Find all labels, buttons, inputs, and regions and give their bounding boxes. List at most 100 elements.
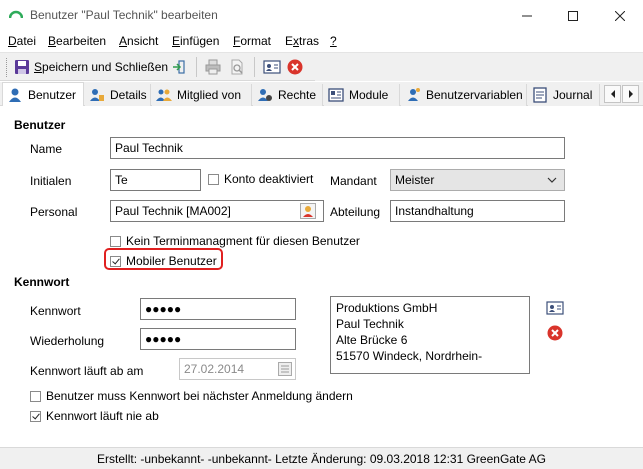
tab-rechte[interactable]: Rechte bbox=[253, 84, 323, 106]
menu-label-prefix: E bbox=[285, 34, 294, 48]
personal-input[interactable]: Paul Technik [MA002] bbox=[110, 200, 324, 222]
menu-einfuegen[interactable]: Einfügen bbox=[172, 34, 219, 48]
contact-card-icon bbox=[263, 60, 281, 74]
group-icon bbox=[156, 87, 172, 103]
checkbox-box bbox=[110, 235, 121, 247]
checkbox-label: Kein Terminmanagment für diesen Benutzer bbox=[126, 234, 360, 248]
tab-label: Journal bbox=[553, 88, 593, 102]
exit-door-icon bbox=[173, 60, 185, 74]
date-picker-button[interactable] bbox=[275, 359, 295, 379]
mandant-selected-value: Meister bbox=[395, 173, 435, 187]
menu-bar: Datei Bearbeiten Ansicht Einfügen Format… bbox=[0, 31, 643, 51]
menu-mnemonic: E bbox=[172, 34, 181, 48]
name-input[interactable]: Paul Technik bbox=[110, 137, 565, 159]
konto-deaktiviert-checkbox[interactable]: Konto deaktiviert bbox=[208, 172, 313, 186]
wiederholung-label: Wiederholung bbox=[30, 334, 105, 348]
save-close-mnemonic: S bbox=[34, 60, 43, 74]
printer-icon bbox=[205, 59, 221, 75]
menu-mnemonic: B bbox=[48, 34, 57, 48]
menu-bearbeiten[interactable]: Bearbeiten bbox=[48, 34, 106, 48]
toolbar-separator bbox=[196, 57, 197, 77]
menu-help[interactable]: ? bbox=[330, 34, 337, 48]
kennwort-aendern-checkbox[interactable]: Benutzer muss Kennwort bei nächster Anme… bbox=[30, 389, 353, 403]
ablauf-date-value: 27.02.2014 bbox=[184, 362, 245, 376]
menu-label: ormat bbox=[240, 34, 272, 48]
abteilung-input[interactable]: Instandhaltung bbox=[390, 200, 565, 222]
menu-mnemonic: D bbox=[8, 34, 17, 48]
menu-datei[interactable]: Datei bbox=[8, 34, 36, 48]
tab-module[interactable]: Module bbox=[324, 84, 400, 106]
tab-label: Benutzer bbox=[28, 87, 77, 102]
tab-scroll-right-button[interactable] bbox=[622, 85, 639, 103]
contact-card-button[interactable] bbox=[263, 56, 281, 78]
arrow-right-icon bbox=[628, 90, 633, 98]
address-line: 51570 Windeck, Nordrhein- bbox=[336, 349, 483, 363]
wiederholung-input[interactable]: ●●●●● bbox=[140, 328, 296, 350]
close-window-button[interactable] bbox=[597, 0, 643, 31]
tab-strip: Benutzer Details Mitglied von Rechte Mod… bbox=[0, 82, 643, 106]
close-icon bbox=[615, 10, 625, 21]
print-preview-icon bbox=[231, 59, 243, 75]
kennwort-label: Kennwort bbox=[30, 304, 81, 318]
menu-label: nsicht bbox=[127, 34, 159, 48]
toolbar-grip[interactable] bbox=[6, 58, 9, 77]
toolbar-empty-area bbox=[315, 53, 643, 81]
kennwort-input[interactable]: ●●●●● bbox=[140, 298, 296, 320]
checkbox-label: Konto deaktiviert bbox=[224, 172, 314, 186]
abteilung-label: Abteilung bbox=[330, 205, 381, 219]
menu-mnemonic: A bbox=[119, 34, 128, 48]
menu-format[interactable]: Format bbox=[233, 34, 271, 48]
person-lookup-icon bbox=[300, 203, 316, 219]
save-and-close-button[interactable]: Speichern und Schließen bbox=[14, 56, 168, 78]
tab-details[interactable]: Details bbox=[85, 84, 151, 106]
initialen-input[interactable]: Te bbox=[110, 169, 201, 191]
save-icon bbox=[15, 60, 29, 74]
maximize-button[interactable] bbox=[550, 0, 596, 31]
rights-icon bbox=[257, 87, 273, 103]
tab-journal[interactable]: Journal bbox=[528, 84, 600, 106]
chevron-down-icon bbox=[547, 177, 557, 183]
tab-scroll-left-button[interactable] bbox=[604, 85, 621, 103]
arrow-left-icon bbox=[610, 90, 615, 98]
print-button[interactable] bbox=[205, 56, 221, 78]
mandant-select[interactable]: Meister bbox=[390, 169, 565, 191]
tab-mitglied-von[interactable]: Mitglied von bbox=[152, 84, 252, 106]
personal-lookup-button[interactable] bbox=[298, 201, 318, 221]
tab-benutzervariablen[interactable]: Benutzervariablen bbox=[401, 84, 527, 106]
menu-extras[interactable]: Extras bbox=[285, 34, 319, 48]
exit-button[interactable] bbox=[171, 56, 187, 78]
print-preview-button[interactable] bbox=[229, 56, 245, 78]
address-line: Produktions GmbH bbox=[336, 301, 438, 315]
toolbar-separator bbox=[254, 57, 255, 77]
address-card-button[interactable] bbox=[545, 298, 565, 318]
menu-label: earbeiten bbox=[56, 34, 107, 48]
name-label: Name bbox=[30, 142, 63, 156]
kennwort-ablauf-label: Kennwort läuft ab am bbox=[30, 364, 144, 378]
toolbar: Speichern und Schließen bbox=[0, 52, 643, 81]
user-details-icon bbox=[89, 87, 105, 103]
maximize-icon bbox=[568, 10, 578, 21]
personal-label: Personal bbox=[30, 205, 78, 219]
menu-ansicht[interactable]: Ansicht bbox=[119, 34, 158, 48]
tab-benutzer[interactable]: Benutzer bbox=[2, 82, 84, 106]
address-delete-button[interactable] bbox=[545, 323, 565, 343]
kein-terminmanagement-checkbox[interactable]: Kein Terminmanagment für diesen Benutzer bbox=[110, 234, 360, 248]
journal-icon bbox=[532, 87, 548, 103]
menu-label: tras bbox=[299, 34, 320, 48]
delete-icon bbox=[547, 325, 563, 341]
personal-value: Paul Technik [MA002] bbox=[115, 204, 231, 218]
benutzer-panel: Benutzer Name Paul Technik Initialen Te … bbox=[0, 106, 643, 447]
variables-icon bbox=[405, 87, 421, 103]
address-box: Produktions GmbH Paul Technik Alte Brück… bbox=[330, 296, 530, 374]
section-kennwort-title: Kennwort bbox=[14, 275, 70, 289]
minimize-button[interactable] bbox=[504, 0, 550, 31]
kennwort-nie-ab-checkbox[interactable]: Kennwort läuft nie ab bbox=[30, 409, 159, 423]
tab-label: Benutzervariablen bbox=[426, 88, 523, 102]
checkbox-label: Benutzer muss Kennwort bei nächster Anme… bbox=[46, 389, 353, 403]
title-bar: Benutzer "Paul Technik" bearbeiten bbox=[0, 0, 643, 31]
menu-label: infügen bbox=[180, 34, 220, 48]
user-icon bbox=[7, 87, 23, 103]
save-close-rest: peichern und Schließen bbox=[42, 60, 169, 74]
initialen-label: Initialen bbox=[30, 174, 72, 188]
delete-button[interactable] bbox=[287, 56, 303, 78]
